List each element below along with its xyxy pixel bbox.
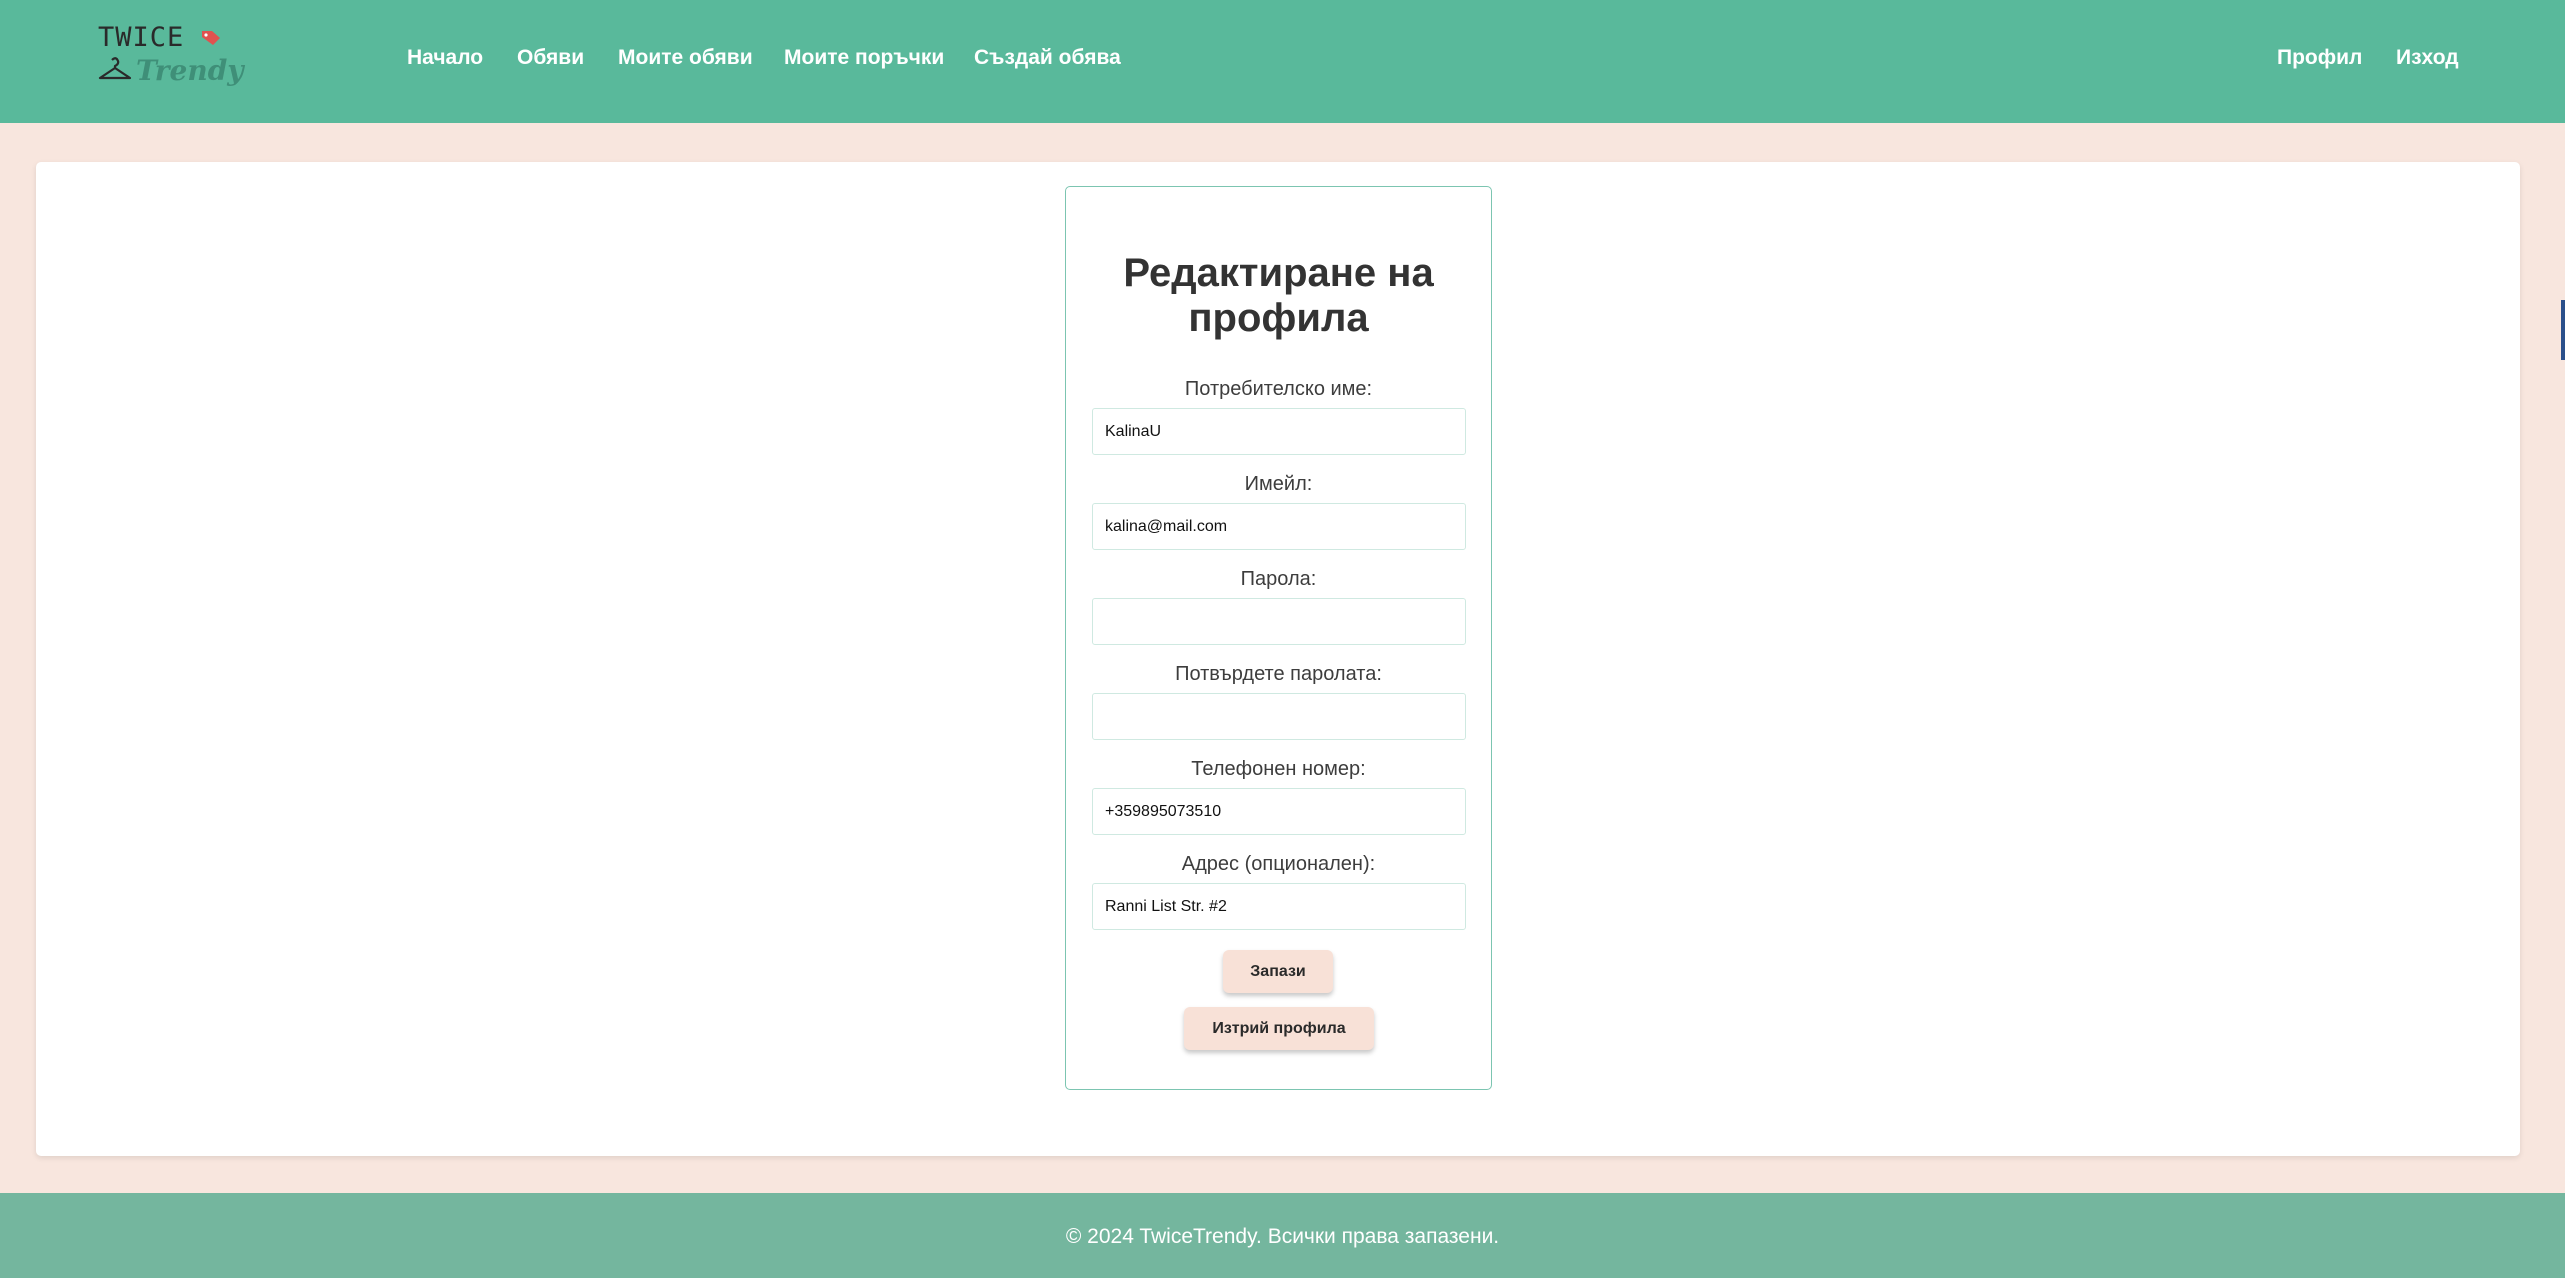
nav-my-orders-link[interactable]: Моите поръчки <box>784 46 944 70</box>
phone-label: Телефонен номер: <box>1191 758 1366 780</box>
confirm-password-label: Потвърдете паролата: <box>1175 663 1382 685</box>
address-input[interactable] <box>1092 883 1466 930</box>
logo-text-twice: TWICE <box>98 22 185 53</box>
confirm-password-input[interactable] <box>1092 693 1466 740</box>
nav-listings-link[interactable]: Обяви <box>517 46 584 70</box>
copyright-text: © 2024 TwiceTrendy. Всички права запазен… <box>1065 1225 1500 1248</box>
password-input[interactable] <box>1092 598 1466 645</box>
username-input[interactable] <box>1092 408 1466 455</box>
address-label: Адрес (опционален): <box>1181 853 1376 875</box>
nav-profile-link[interactable]: Профил <box>2277 46 2362 70</box>
email-label: Имейл: <box>1244 473 1313 495</box>
nav-home-link[interactable]: Начало <box>407 46 483 70</box>
twicetrendy-logo[interactable]: TWICE Trendy <box>96 22 244 97</box>
footer: © 2024 TwiceTrendy. Всички права запазен… <box>0 1193 2565 1278</box>
email-input[interactable] <box>1092 503 1466 550</box>
delete-profile-button[interactable]: Изтрий профила <box>1184 1007 1374 1050</box>
password-label: Парола: <box>1240 568 1317 590</box>
username-label: Потребителско име: <box>1184 378 1373 400</box>
price-tag-icon <box>202 31 220 45</box>
nav-logout-link[interactable]: Изход <box>2396 46 2459 70</box>
logo-text-trendy: Trendy <box>136 54 244 87</box>
nav-create-listing-link[interactable]: Създай обява <box>974 46 1121 70</box>
save-button[interactable]: Запази <box>1223 950 1333 993</box>
nav-my-listings-link[interactable]: Моите обяви <box>618 46 753 70</box>
scrollbar-thumb[interactable] <box>2561 300 2565 360</box>
edit-profile-form: Редактиране на профила Потребителско име… <box>1065 186 1492 1090</box>
phone-input[interactable] <box>1092 788 1466 835</box>
top-nav-bar: TWICE Trendy Начало Обяви Моите обяви Мо… <box>0 0 2565 123</box>
hanger-icon <box>98 57 132 80</box>
page-title: Редактиране на профила <box>1123 251 1434 340</box>
